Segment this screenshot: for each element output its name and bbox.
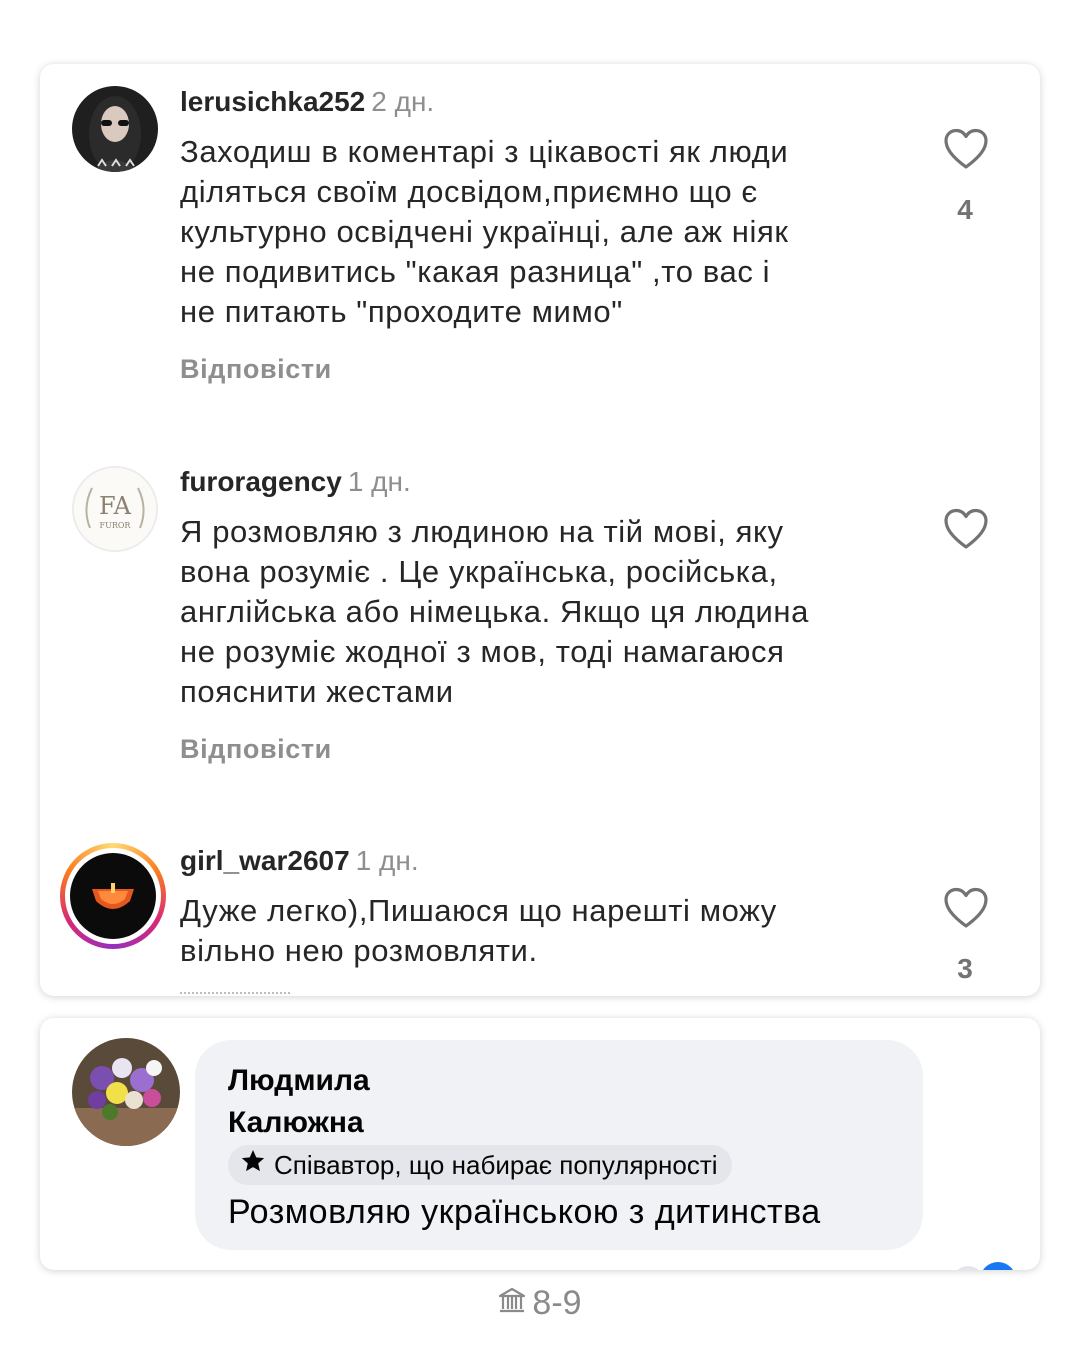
- timestamp: 1 дн.: [355, 845, 419, 876]
- instagram-comments-card: lerusichka252 2 дн. Заходиш в коментарі з…: [40, 64, 1040, 996]
- reaction-icon: [952, 1266, 984, 1270]
- divider: [180, 992, 290, 996]
- heart-icon[interactable]: [943, 128, 989, 170]
- heart-icon[interactable]: [943, 508, 989, 550]
- avatar[interactable]: [72, 1038, 180, 1146]
- username[interactable]: lerusichka252: [180, 86, 365, 117]
- comment-bubble: Людмила Калюжна Співавтор, що набирає по…: [195, 1040, 923, 1250]
- page-range: 8-9: [532, 1284, 582, 1322]
- comment-text: Дуже легко),Пишаюся що нарешті можу віль…: [180, 893, 777, 968]
- comment-header: girl_war2607 1 дн.: [180, 843, 419, 879]
- timestamp: 2 дн.: [371, 86, 435, 117]
- avatar[interactable]: FA FUROR: [72, 466, 158, 552]
- username[interactable]: girl_war2607: [180, 845, 350, 876]
- comment-header: lerusichka252 2 дн.: [180, 84, 434, 120]
- reply-button[interactable]: Відповісти: [180, 734, 332, 765]
- comment-item: girl_war2607 1 дн. Дуже легко),Пишаюся що…: [40, 823, 1040, 996]
- avatar[interactable]: [72, 86, 158, 172]
- heart-icon[interactable]: [943, 887, 989, 929]
- timestamp: 1 дн.: [347, 466, 411, 497]
- badge-label: Співавтор, що набирає популярності: [274, 1150, 718, 1180]
- story-ring-avatar[interactable]: [60, 843, 166, 949]
- comment-header: furoragency 1 дн.: [180, 464, 411, 500]
- comment-text: Розмовляю українською з дитинства: [228, 1193, 821, 1231]
- reply-button[interactable]: Відповісти: [180, 354, 332, 385]
- like-reaction-icon: [980, 1262, 1016, 1270]
- like-count: 3: [957, 953, 973, 984]
- star-icon: [240, 1145, 266, 1185]
- facebook-comment-card: Людмила Калюжна Співавтор, що набирає по…: [40, 1018, 1040, 1270]
- comment-item: FA FUROR furoragency 1 дн. Я розмовляю з …: [40, 444, 1040, 804]
- like-count: 4: [957, 194, 973, 225]
- contributor-badge: Співавтор, що набирає популярності: [228, 1145, 732, 1185]
- commenter-name[interactable]: Людмила Калюжна: [228, 1060, 528, 1144]
- avatar-monogram: FA: [99, 492, 132, 520]
- comment-item: lerusichka252 2 дн. Заходиш в коментарі з…: [40, 64, 1040, 424]
- username[interactable]: furoragency: [180, 466, 342, 497]
- comment-text: Заходиш в коментарі з цікавості як люди …: [180, 134, 789, 329]
- avatar-wordmark: FUROR: [100, 521, 132, 530]
- bank-icon: [498, 1284, 526, 1323]
- page-indicator: 8-9: [0, 1284, 1080, 1323]
- comment-text: Я розмовляю з людиною на тій мові, яку в…: [180, 514, 809, 709]
